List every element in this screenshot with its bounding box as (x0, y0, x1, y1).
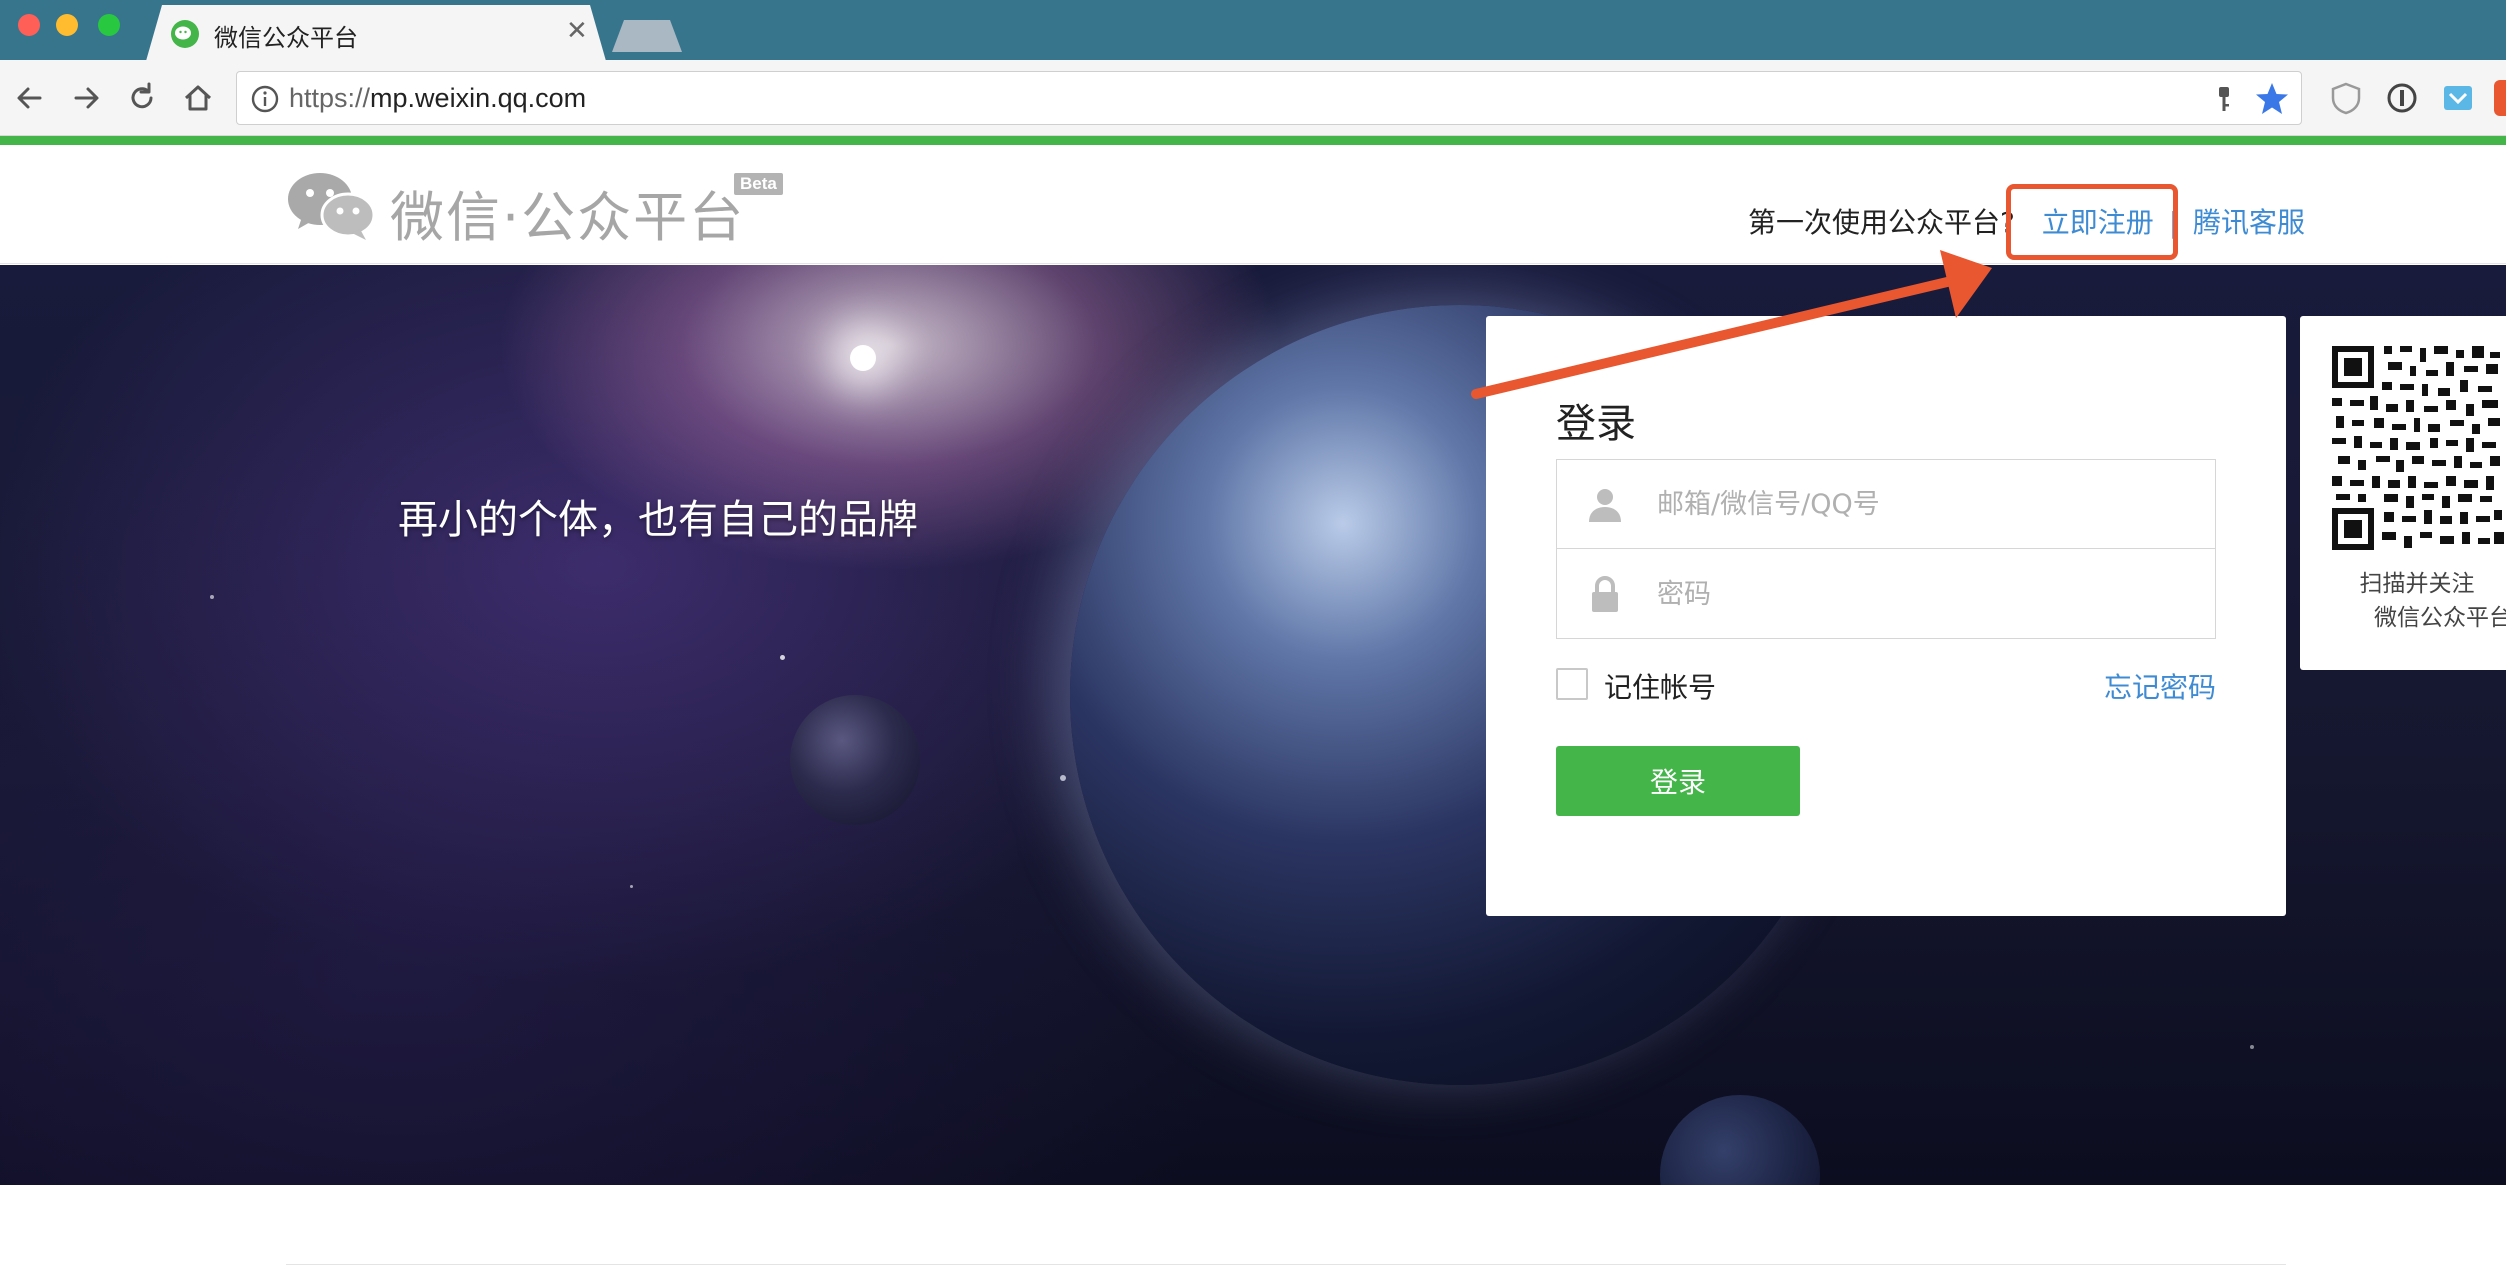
info-icon[interactable] (249, 83, 281, 115)
tab-title: 微信公众平台 (214, 24, 358, 52)
login-button[interactable]: 登录 (1556, 746, 1800, 816)
username-input[interactable] (1657, 478, 2197, 530)
minimize-window-button[interactable] (56, 14, 78, 36)
username-row (1557, 460, 2215, 549)
star (2250, 1045, 2254, 1049)
new-tab-button[interactable] (612, 20, 682, 52)
star (780, 655, 785, 660)
reload-icon[interactable] (122, 78, 162, 118)
login-panel: 登录 记住帐号 忘记密码 登录 (1486, 316, 2286, 916)
qr-panel: 扫描并关注 微信公众平台 (2300, 316, 2506, 670)
lock-icon (1592, 576, 1618, 612)
qr-caption-line2: 微信公众平台 (2374, 605, 2506, 631)
user-icon (1589, 489, 1621, 522)
browser-toolbar: https://mp.weixin.qq.com (0, 60, 2506, 136)
wechat-favicon-icon (171, 20, 199, 48)
beta-badge: Beta (734, 173, 783, 195)
login-title: 登录 (1556, 401, 1636, 447)
home-icon[interactable] (178, 78, 218, 118)
star (210, 595, 214, 599)
key-icon[interactable] (2207, 82, 2241, 116)
support-link[interactable]: 腾讯客服 (2193, 206, 2305, 239)
password-input[interactable] (1657, 568, 2197, 620)
password-row (1557, 550, 2215, 639)
back-icon[interactable] (10, 78, 50, 118)
star (1060, 775, 1066, 781)
bottom-planet-graphic (1660, 1095, 1820, 1185)
maximize-window-button[interactable] (98, 14, 120, 36)
bright-star (850, 345, 876, 371)
credentials-box (1556, 459, 2216, 639)
site-logo-text[interactable]: 微信·公众平台 (390, 173, 745, 252)
extension-cart-icon[interactable] (2440, 80, 2476, 116)
star (630, 885, 633, 888)
first-time-prompt: 第一次使用公众平台? (1748, 206, 2015, 239)
register-highlight-box (2006, 184, 2178, 260)
qr-caption-line1: 扫描并关注 (2359, 571, 2475, 597)
forward-icon[interactable] (66, 78, 106, 118)
remember-checkbox[interactable] (1556, 668, 1588, 700)
url-text: https://mp.weixin.qq.com (289, 83, 587, 113)
qr-code-image (2330, 344, 2506, 554)
extension-shield-icon[interactable] (2328, 80, 2364, 116)
browser-tabstrip: 微信公众平台 ✕ (0, 0, 2506, 61)
remember-label: 记住帐号 (1604, 671, 1717, 704)
page-top-accent (0, 136, 2506, 145)
small-planet-graphic (790, 695, 920, 825)
close-tab-icon[interactable]: ✕ (566, 16, 588, 46)
close-window-button[interactable] (18, 14, 40, 36)
star-icon[interactable] (2253, 80, 2291, 118)
footer-divider (286, 1264, 2286, 1265)
extension-password-icon[interactable] (2384, 80, 2420, 116)
banner-slogan: 再小的个体，也有自己的品牌 (398, 497, 918, 543)
extension-partial-icon[interactable] (2494, 80, 2506, 116)
forgot-password-link[interactable]: 忘记密码 (2104, 666, 2216, 706)
wechat-logo-icon[interactable] (286, 169, 376, 241)
browser-tab-active[interactable]: 微信公众平台 ✕ (146, 5, 606, 61)
address-bar[interactable]: https://mp.weixin.qq.com (236, 71, 2302, 125)
